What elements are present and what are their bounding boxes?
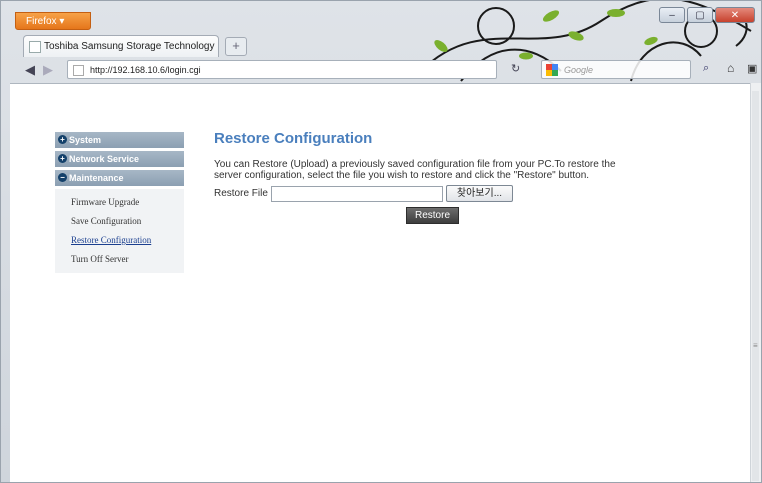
page-title: Restore Configuration — [214, 130, 373, 147]
section-label: Maintenance — [69, 173, 124, 183]
section-label: Network Service — [69, 154, 140, 164]
browse-button[interactable]: 찾아보기... — [445, 185, 514, 202]
firefox-menu-button[interactable]: Firefox ▾ — [15, 12, 91, 30]
vertical-scrollbar[interactable]: ≡ — [750, 83, 761, 482]
close-button[interactable]: ✕ — [715, 7, 755, 23]
sidebar-section-network-service[interactable]: + Network Service — [55, 151, 184, 168]
restore-file-row: Restore File 찾아보기... — [214, 185, 634, 202]
sidebar-item-restore-configuration[interactable]: Restore Configuration — [55, 231, 184, 250]
sidebar-section-maintenance[interactable]: − Maintenance — [55, 170, 184, 187]
section-label: System — [69, 135, 102, 145]
sidebar-item-turn-off-server[interactable]: Turn Off Server — [55, 250, 184, 269]
minimize-button[interactable]: – — [659, 7, 685, 23]
restore-file-input[interactable] — [270, 185, 443, 202]
sidebar-item-save-configuration[interactable]: Save Configuration — [55, 212, 184, 231]
minus-icon: − — [58, 173, 67, 182]
scroll-grip-icon: ≡ — [753, 341, 758, 350]
browser-tab[interactable]: Toshiba Samsung Storage Technology — [23, 35, 219, 57]
maintenance-submenu: Firmware Upgrade Save Configuration Rest… — [55, 189, 184, 273]
restore-file-label: Restore File — [214, 188, 268, 199]
search-input[interactable]: Google — [541, 60, 691, 79]
sidebar-item-firmware-upgrade[interactable]: Firmware Upgrade — [55, 193, 184, 212]
google-icon — [546, 64, 558, 76]
scrollbar-thumb[interactable] — [752, 91, 759, 481]
reload-icon[interactable]: ↻ — [511, 62, 520, 75]
search-placeholder: Google — [564, 65, 594, 75]
url-text: http://192.168.10.6/login.cgi — [90, 65, 201, 75]
new-tab-button[interactable]: + — [225, 37, 247, 56]
window-controls: – ▢ ✕ — [659, 7, 755, 23]
site-identity-icon — [73, 65, 84, 76]
home-icon[interactable]: ⌂ — [727, 61, 734, 75]
page-favicon-icon — [29, 41, 41, 53]
page-content: + System + Network Service − Maintenance… — [10, 83, 752, 482]
maximize-button[interactable]: ▢ — [687, 7, 713, 23]
addon-bar-icon[interactable]: ▣ — [747, 62, 757, 75]
plus-icon: + — [58, 135, 67, 144]
sidebar-menu: + System + Network Service − Maintenance… — [55, 132, 184, 273]
main-panel: Restore Configuration You can Restore (U… — [214, 130, 634, 224]
sidebar-section-system[interactable]: + System — [55, 132, 184, 149]
tab-title: Toshiba Samsung Storage Technology — [44, 41, 215, 52]
browser-window: Firefox ▾ – ▢ ✕ Toshiba Samsung Storage … — [0, 0, 762, 483]
search-icon[interactable]: ⌕ — [703, 62, 709, 75]
restore-button[interactable]: Restore — [406, 207, 460, 224]
forward-arrow-icon[interactable]: ▶ — [37, 59, 59, 81]
navigation-toolbar: ◀ ▶ http://192.168.10.6/login.cgi ↻ Goog… — [19, 59, 761, 81]
page-description: You can Restore (Upload) a previously sa… — [214, 159, 616, 181]
address-bar[interactable]: http://192.168.10.6/login.cgi — [67, 60, 497, 79]
plus-icon: + — [58, 154, 67, 163]
